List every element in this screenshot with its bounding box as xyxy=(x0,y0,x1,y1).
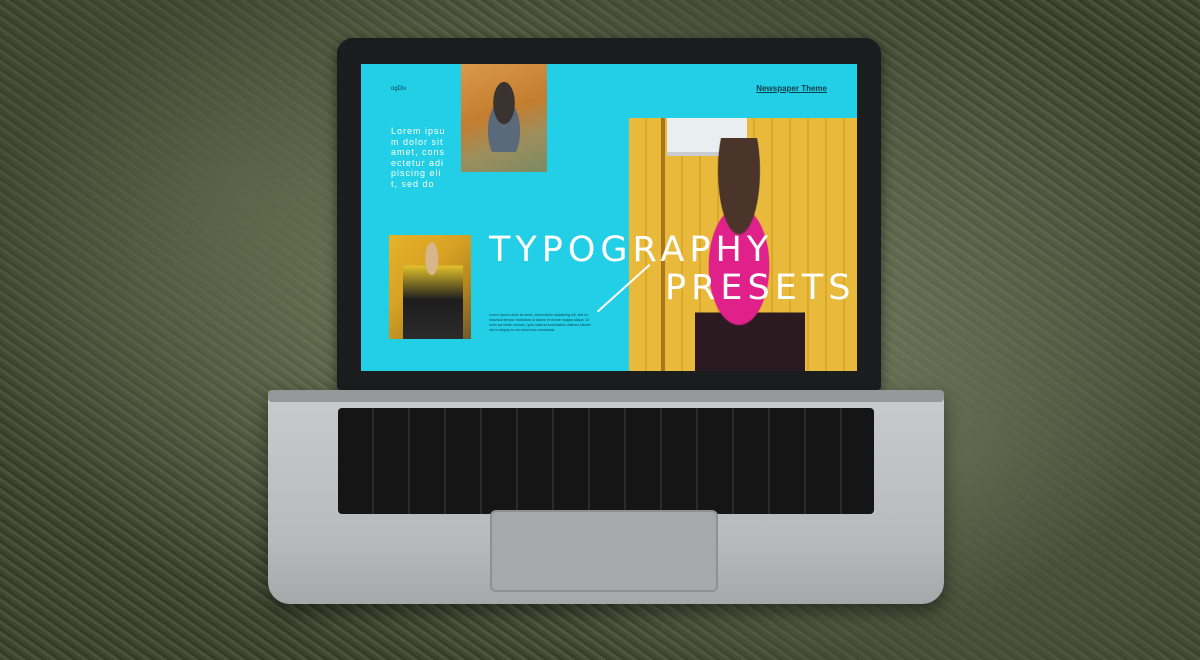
keyboard[interactable] xyxy=(338,408,874,514)
brand-label: ogDiv xyxy=(391,86,407,92)
laptop-screen: ogDiv Newspaper Theme Lorem ipsum dolor … xyxy=(361,64,857,371)
laptop-lid: ogDiv Newspaper Theme Lorem ipsum dolor … xyxy=(337,38,881,390)
photo-woman-sitting xyxy=(461,64,547,172)
title-presets: PRESETS xyxy=(665,268,856,308)
title-typography: TYPOGRAPHY xyxy=(489,230,774,270)
theme-link[interactable]: Newspaper Theme xyxy=(756,84,827,93)
laptop-base xyxy=(268,390,944,604)
trackpad[interactable] xyxy=(490,510,718,592)
lorem-paragraph: Lorem ipsum dolor sit amet, consectetur … xyxy=(391,126,446,189)
man-yellow-jacket-figure xyxy=(403,241,463,339)
woman-sitting-figure xyxy=(479,82,529,152)
photo-man-yellow-jacket xyxy=(389,235,471,339)
laptop-hinge xyxy=(268,390,944,402)
body-paragraph: Lorem ipsum dolor sit amet, consectetur … xyxy=(489,313,591,332)
